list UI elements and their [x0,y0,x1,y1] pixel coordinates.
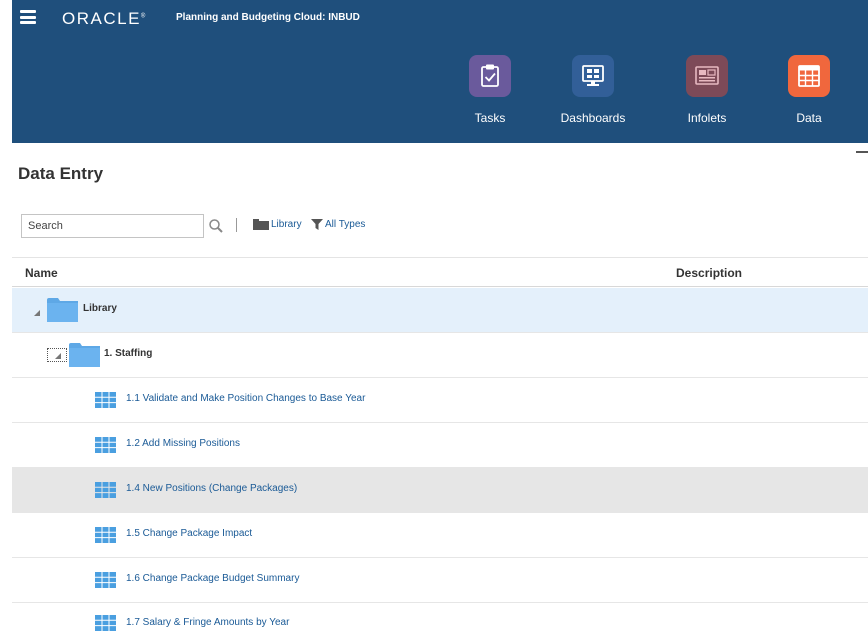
form-grid-icon [95,527,116,543]
column-header-description[interactable]: Description [676,266,742,280]
hamburger-menu-icon[interactable] [20,10,36,24]
table-row-staffing[interactable]: 1. Staffing [12,333,868,378]
folder-icon [69,343,100,367]
app-header: ORACLE® Planning and Budgeting Cloud: IN… [12,0,868,143]
nav-dashboards-label: Dashboards [560,111,626,125]
table-row-form[interactable]: 1.7 Salary & Fringe Amounts by Year [12,603,868,641]
library-filter[interactable]: Library [253,219,302,230]
nav-infolets-label: Infolets [687,111,727,125]
nav-data[interactable]: Data [759,55,859,125]
toolbar-separator [236,218,237,232]
expanded-triangle-icon[interactable] [33,309,41,317]
table-row-form[interactable]: 1.6 Change Package Budget Summary [12,558,868,603]
row-label[interactable]: 1.1 Validate and Make Position Changes t… [126,393,365,404]
column-header-name[interactable]: Name [25,266,58,280]
type-filter[interactable]: All Types [311,219,365,230]
form-grid-icon [95,392,116,408]
library-filter-label: Library [271,219,302,230]
tasks-clipboard-icon [469,55,511,97]
row-label[interactable]: 1.7 Salary & Fringe Amounts by Year [126,617,289,628]
table-row-form[interactable]: 1.1 Validate and Make Position Changes t… [12,378,868,423]
dashboards-monitor-icon [572,55,614,97]
row-label[interactable]: 1.2 Add Missing Positions [126,438,240,449]
search-input[interactable] [21,214,204,238]
infolets-icon [686,55,728,97]
data-grid-icon [788,55,830,97]
table-row-form[interactable]: 1.2 Add Missing Positions [12,423,868,468]
folder-icon [47,298,78,322]
folder-icon [253,219,269,230]
oracle-logo: ORACLE® [62,9,146,28]
nav-data-label: Data [796,111,822,125]
form-grid-icon [95,615,116,631]
form-grid-icon [95,572,116,588]
search-icon[interactable] [208,218,224,234]
nav-tasks-label: Tasks [474,111,506,125]
table-header: Name Description [12,257,868,287]
table-row-form[interactable]: 1.5 Change Package Impact [12,513,868,558]
expanded-triangle-icon[interactable] [54,352,62,360]
nav-dashboards[interactable]: Dashboards [543,55,643,125]
table-row-form[interactable]: 1.4 New Positions (Change Packages) [12,468,868,513]
row-label: 1. Staffing [104,348,153,359]
form-grid-icon [95,437,116,453]
table-row-library[interactable]: Library [12,288,868,333]
row-label[interactable]: 1.4 New Positions (Change Packages) [126,483,297,494]
app-title: Planning and Budgeting Cloud: INBUD [176,12,360,23]
nav-infolets[interactable]: Infolets [657,55,757,125]
nav-tasks[interactable]: Tasks [440,55,540,125]
filter-funnel-icon [311,219,323,230]
page-title: Data Entry [18,164,104,183]
row-label[interactable]: 1.5 Change Package Impact [126,528,252,539]
collapse-handle[interactable] [856,151,868,153]
row-label[interactable]: 1.6 Change Package Budget Summary [126,573,299,584]
form-grid-icon [95,482,116,498]
row-label: Library [83,303,117,314]
type-filter-label: All Types [325,219,366,230]
